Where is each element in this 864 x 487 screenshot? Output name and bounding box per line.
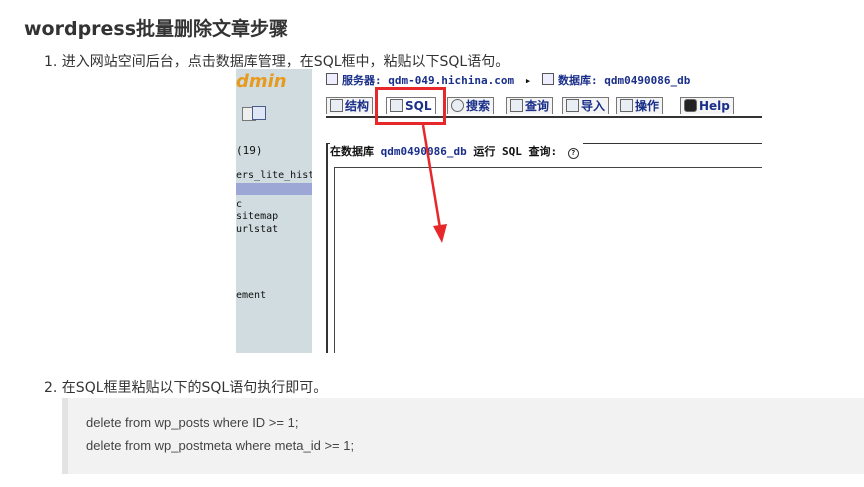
code-line: delete from wp_posts where ID >= 1; [86, 415, 299, 430]
structure-icon [330, 99, 343, 112]
code-line: delete from wp_postmeta where meta_id >=… [86, 438, 355, 453]
server-breadcrumb: 服务器: qdm-049.hichina.com ▸ 数据库: qdm04900… [326, 72, 690, 88]
query-icon [510, 99, 523, 112]
sql-window-icon[interactable] [252, 106, 266, 120]
sidebar-table-item[interactable]: c [236, 199, 242, 210]
query-label-prefix: 在数据库 [330, 145, 374, 158]
tab-query[interactable]: 查询 [506, 97, 554, 114]
help-icon [684, 99, 697, 112]
sidebar-table-item[interactable]: urlstat [236, 224, 278, 235]
query-label-db: qdm0490086_db [380, 145, 467, 158]
operations-icon [620, 99, 633, 112]
sidebar-table-item[interactable]: ers_lite_histo [236, 170, 320, 181]
tab-label: 搜索 [466, 99, 491, 113]
tab-search[interactable]: 搜索 [447, 97, 495, 114]
tab-label: 结构 [345, 99, 370, 113]
selected-table-highlight [236, 183, 312, 195]
sql-textarea[interactable] [334, 167, 762, 353]
database-label: 数据库: [557, 74, 598, 87]
step-1-text: 1. 进入网站空间后台，点击数据库管理，在SQL框中，粘贴以下SQL语句。 [44, 54, 510, 70]
server-link[interactable]: qdm-049.hichina.com [388, 74, 514, 87]
server-icon [326, 73, 338, 85]
sql-code-block: delete from wp_posts where ID >= 1; dele… [62, 398, 864, 474]
tab-structure[interactable]: 结构 [326, 97, 374, 114]
help-circle-icon[interactable]: ? [567, 148, 579, 159]
sidebar-icons [236, 106, 312, 122]
article-title: wordpress批量删除文章步骤 [24, 18, 289, 40]
breadcrumb-arrow-icon: ▸ [524, 74, 532, 87]
server-label: 服务器: [342, 74, 382, 87]
tab-operations[interactable]: 操作 [616, 97, 664, 114]
database-table-count: (19) [236, 144, 263, 157]
search-icon [451, 99, 464, 112]
sql-query-legend: 在数据库 qdm0490086_db 运行 SQL 查询: ? [330, 143, 583, 159]
tab-import[interactable]: 导入 [562, 97, 610, 114]
phpmyadmin-sidebar: dmin (19) ers_lite_histo c sitemap urlst… [236, 69, 320, 353]
sidebar-gap [312, 69, 320, 353]
sidebar-table-item[interactable]: ement [236, 290, 266, 301]
database-icon [541, 73, 554, 85]
import-icon [566, 99, 579, 112]
database-link[interactable]: qdm0490086_db [604, 74, 690, 87]
tab-help[interactable]: Help [680, 97, 734, 114]
tab-label: 操作 [635, 99, 660, 113]
query-label-suffix: 运行 SQL 查询: [473, 145, 558, 158]
sidebar-table-item[interactable]: sitemap [236, 211, 278, 222]
tab-label: Help [699, 99, 730, 113]
tab-label: 查询 [525, 99, 550, 113]
phpmyadmin-screenshot: dmin (19) ers_lite_histo c sitemap urlst… [236, 69, 762, 353]
step-2-text: 2. 在SQL框里粘贴以下的SQL语句执行即可。 [44, 380, 328, 396]
phpmyadmin-logo: dmin [236, 71, 287, 92]
tab-label: 导入 [581, 99, 606, 113]
sql-tab-highlight-box [375, 87, 446, 125]
